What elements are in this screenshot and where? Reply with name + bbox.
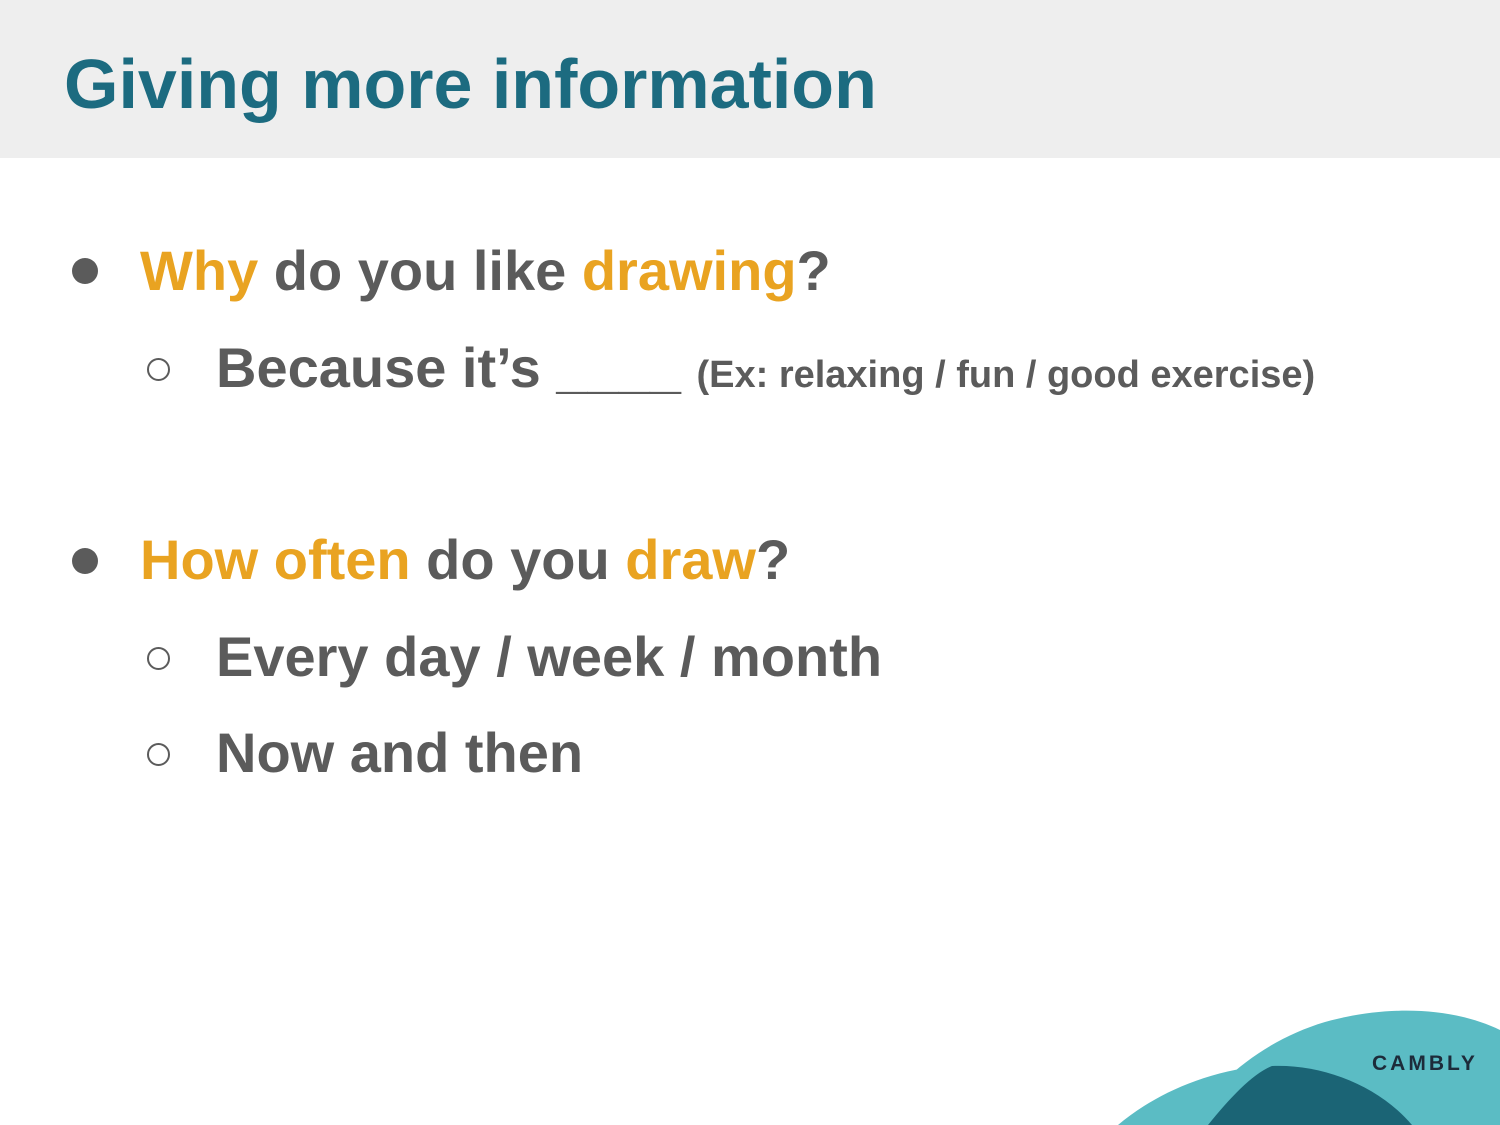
wave-decoration: [1118, 1010, 1500, 1125]
cambly-logo: CAMBLY: [1372, 1052, 1478, 1075]
